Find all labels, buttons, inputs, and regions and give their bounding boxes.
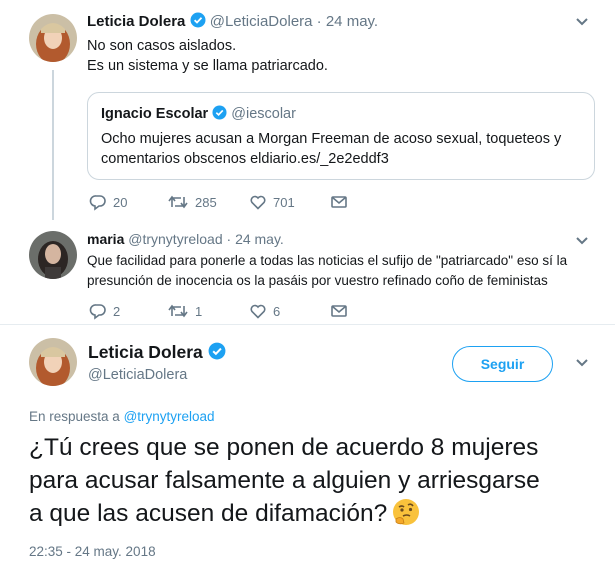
like-button[interactable]: 701 [249,193,295,211]
tweet-date[interactable]: 24 may. [326,13,378,30]
retweet-button[interactable]: 1 [167,302,202,320]
author-handle[interactable]: @trynytyreload [128,231,222,247]
avatar[interactable] [29,231,77,279]
retweet-icon [168,304,188,318]
tweet-header: maria @trynytyreload · 24 may. [87,231,284,247]
author-name[interactable]: Leticia Dolera [88,342,226,363]
thread-line [52,70,54,220]
quote-author-handle: @iescolar [231,106,296,122]
author-handle[interactable]: @LeticiaDolera [210,13,313,30]
envelope-icon [331,196,347,208]
tweet-text: Que facilidad para ponerle a todas las n… [87,253,568,288]
quote-text: Ocho mujeres acusan a Morgan Freeman de … [101,131,562,167]
quote-header: Ignacio Escolar @iescolar [101,105,296,122]
reply-count: 20 [113,194,128,210]
envelope-icon [331,305,347,317]
reply-button[interactable]: 20 [89,193,127,211]
like-button[interactable]: 6 [249,302,280,320]
author-name[interactable]: Leticia Dolera [87,13,185,30]
verified-badge-icon [212,105,227,120]
reply-icon [89,304,106,320]
chevron-down-icon[interactable] [575,236,589,246]
divider [0,324,615,325]
reply-button[interactable]: 2 [89,302,120,320]
retweet-icon [168,195,188,209]
avatar[interactable] [29,338,77,386]
quote-author-name: Ignacio Escolar [101,106,209,122]
retweet-count: 285 [195,194,217,210]
tweet-header: Leticia Dolera @LeticiaDolera · 24 may. [87,12,378,30]
verified-badge-icon [208,342,226,360]
heart-icon [250,304,266,319]
retweet-count: 1 [195,303,203,319]
chevron-down-icon[interactable] [575,358,589,368]
separator: · [226,231,232,247]
like-count: 6 [273,303,281,319]
like-count: 701 [273,194,295,210]
avatar[interactable] [29,14,77,62]
verified-badge-icon [190,12,206,28]
author-handle[interactable]: @LeticiaDolera [88,367,187,383]
reply-count: 2 [113,303,121,319]
chevron-down-icon[interactable] [575,17,589,27]
tweet-actions: 2 1 6 [87,302,387,322]
retweet-button[interactable]: 285 [167,193,217,211]
thinking-face-icon [393,499,420,525]
tweet-date[interactable]: 24 may. [235,231,284,247]
reply-mention-link[interactable]: @trynytyreload [124,409,215,424]
main-tweet-text: ¿Tú crees que se ponen de acuerdo 8 muje… [29,434,540,527]
reply-context: En respuesta a @trynytyreload [29,409,215,424]
heart-icon [250,195,266,210]
message-button[interactable] [330,302,348,320]
follow-button[interactable]: Seguir [452,346,553,382]
tweet-timestamp[interactable]: 22:35 - 24 may. 2018 [29,544,156,559]
tweet-actions: 20 285 701 [87,193,387,213]
author-name[interactable]: maria [87,231,124,247]
separator: · [316,13,322,30]
tweet-text: No son casos aislados. Es un sistema y s… [87,38,328,74]
quoted-tweet[interactable]: Ignacio Escolar @iescolar Ocho mujeres a… [87,92,595,180]
reply-icon [89,195,106,211]
message-button[interactable] [330,193,348,211]
